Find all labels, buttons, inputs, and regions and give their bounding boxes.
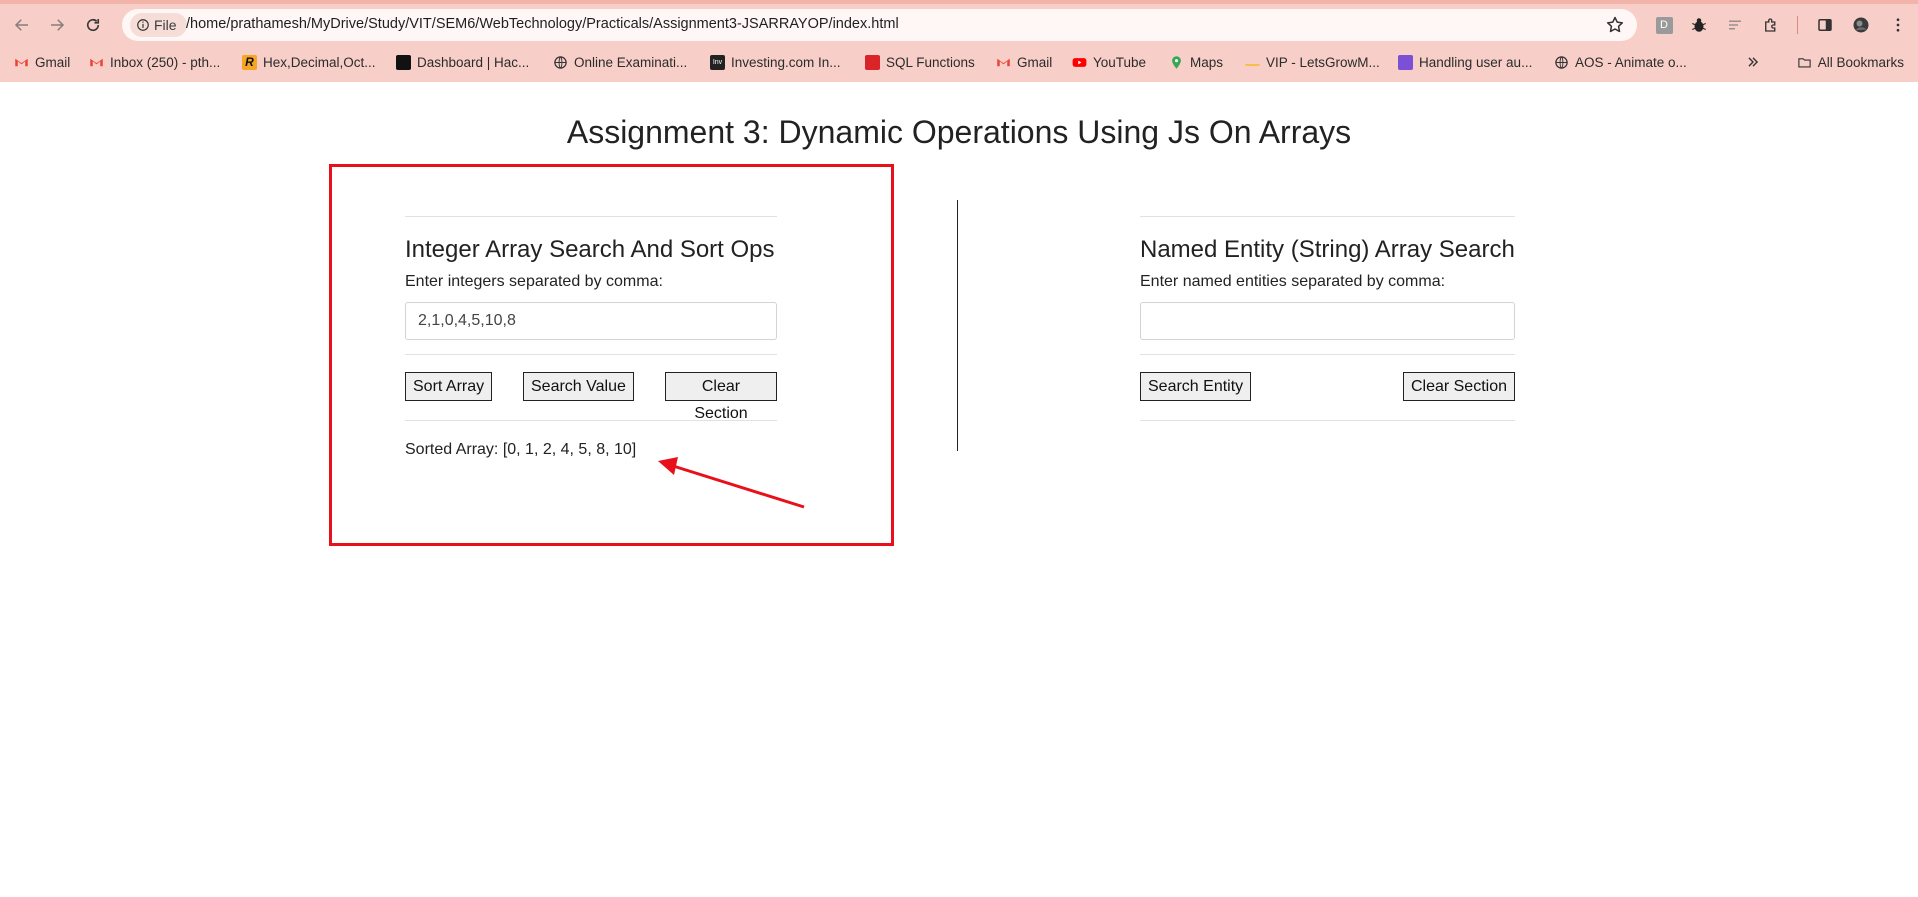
reload-icon	[86, 18, 100, 32]
browser-menu-button[interactable]	[1888, 15, 1908, 35]
extension-reader-icon[interactable]	[1725, 15, 1745, 35]
oracle-icon	[865, 54, 880, 70]
bookmark-label: SQL Functions	[886, 54, 975, 70]
bookmark-label: Handling user au...	[1419, 54, 1533, 70]
bookmark-online-exam[interactable]: Online Examinati...	[553, 52, 687, 72]
folder-icon	[1798, 57, 1811, 67]
bookmark-gmail[interactable]: Gmail	[14, 52, 70, 72]
bookmark-dashboard[interactable]: Dashboard | Hac...	[396, 52, 529, 72]
bookmark-label: Maps	[1190, 54, 1224, 70]
all-bookmarks-button[interactable]: All Bookmarks	[1797, 52, 1904, 72]
vip-icon	[1245, 58, 1260, 66]
bookmark-label: Dashboard | Hac...	[417, 54, 530, 70]
bookmark-hex-decimal[interactable]: R Hex,Decimal,Oct...	[242, 52, 376, 72]
results-rule	[1140, 420, 1515, 421]
annotation-arrow-icon	[658, 457, 805, 509]
bookmark-handling-user[interactable]: Handling user au...	[1398, 52, 1532, 72]
bookmark-label: Gmail	[1017, 54, 1053, 70]
site-info-chip[interactable]: File	[130, 13, 187, 37]
chevron-double-right-icon	[1748, 57, 1759, 67]
toolbar-separator	[1797, 16, 1798, 34]
side-panel-icon	[1818, 19, 1832, 31]
info-icon	[137, 19, 149, 31]
forward-button[interactable]	[44, 12, 70, 38]
string-button-row: Search Entity Clear Section	[1140, 354, 1515, 401]
extension-bug-icon[interactable]	[1689, 15, 1709, 35]
profile-avatar[interactable]	[1851, 15, 1871, 35]
bookmarks-bar: Gmail Inbox (250) - pth... R Hex,Decimal…	[0, 50, 1918, 74]
bookmark-label: Hex,Decimal,Oct...	[263, 54, 376, 70]
section-divider	[957, 200, 958, 451]
tab-strip-edge	[0, 0, 1918, 4]
bookmark-inbox[interactable]: Inbox (250) - pth...	[89, 52, 220, 72]
string-input-label: Enter named entities separated by comma:	[1140, 273, 1446, 290]
bookmark-label: Gmail	[35, 54, 71, 70]
section-top-rule	[1140, 216, 1515, 217]
extension-d-icon[interactable]: D	[1654, 15, 1674, 35]
bookmark-label: Inbox (250) - pth...	[110, 54, 221, 70]
clear-section-button[interactable]: Clear Section	[1402, 372, 1515, 401]
maps-pin-icon	[1172, 55, 1181, 69]
gmail-icon	[15, 58, 28, 66]
string-array-section: Named Entity (String) Array Search Enter…	[1140, 216, 1515, 421]
youtube-icon	[1072, 57, 1087, 67]
avatar-icon	[1853, 17, 1869, 33]
button-row-rule	[1140, 354, 1515, 355]
gmail-icon	[90, 58, 103, 66]
bug-icon	[1692, 18, 1706, 32]
browser-chrome: File /home/prathamesh/MyDrive/Study/VIT/…	[0, 0, 1918, 82]
bookmark-aos[interactable]: AOS - Animate o...	[1554, 52, 1687, 72]
gmail-icon	[997, 58, 1010, 66]
globe-icon	[554, 55, 567, 69]
bookmark-label: YouTube	[1093, 54, 1147, 70]
r-logo-icon: R	[242, 54, 257, 70]
hackerrank-icon	[396, 54, 411, 70]
extension-d-badge: D	[1655, 16, 1673, 34]
bookmark-star-icon[interactable]	[1605, 15, 1625, 35]
side-panel-button[interactable]	[1815, 15, 1835, 35]
bookmark-investing[interactable]: Inv Investing.com In...	[710, 52, 841, 72]
bookmark-label: AOS - Animate o...	[1575, 54, 1687, 70]
bookmark-gmail-2[interactable]: Gmail	[996, 52, 1052, 72]
url-text[interactable]: /home/prathamesh/MyDrive/Study/VIT/SEM6/…	[186, 16, 899, 32]
file-chip-label: File	[154, 17, 177, 33]
bookmarks-overflow-button[interactable]	[1746, 52, 1760, 72]
lines-icon	[1729, 20, 1741, 30]
arrow-right-icon	[51, 19, 65, 31]
investing-icon: Inv	[710, 54, 725, 70]
kebab-menu-icon	[1896, 18, 1900, 32]
bookmark-sql-functions[interactable]: SQL Functions	[865, 52, 975, 72]
bookmark-label: Investing.com In...	[731, 54, 841, 70]
named-entity-input[interactable]	[1140, 302, 1515, 340]
bookmark-label: Online Examinati...	[574, 54, 688, 70]
back-button[interactable]	[9, 12, 35, 38]
page-title: Assignment 3: Dynamic Operations Using J…	[566, 114, 1352, 150]
globe-icon	[1555, 55, 1568, 69]
reload-button[interactable]	[80, 12, 106, 38]
address-bar[interactable]: File /home/prathamesh/MyDrive/Study/VIT/…	[122, 9, 1637, 41]
bookmark-youtube[interactable]: YouTube	[1072, 52, 1146, 72]
clerk-icon	[1398, 54, 1413, 70]
bookmark-label: VIP - LetsGrowM...	[1266, 54, 1380, 70]
arrow-left-icon	[14, 19, 28, 31]
bookmark-maps[interactable]: Maps	[1169, 52, 1223, 72]
search-entity-button[interactable]: Search Entity	[1140, 372, 1252, 401]
bookmark-vip[interactable]: VIP - LetsGrowM...	[1245, 52, 1380, 72]
extensions-puzzle-button[interactable]	[1761, 15, 1781, 35]
all-bookmarks-label: All Bookmarks	[1817, 54, 1904, 70]
string-section-title: Named Entity (String) Array Search	[1140, 236, 1515, 263]
puzzle-icon	[1765, 18, 1776, 32]
